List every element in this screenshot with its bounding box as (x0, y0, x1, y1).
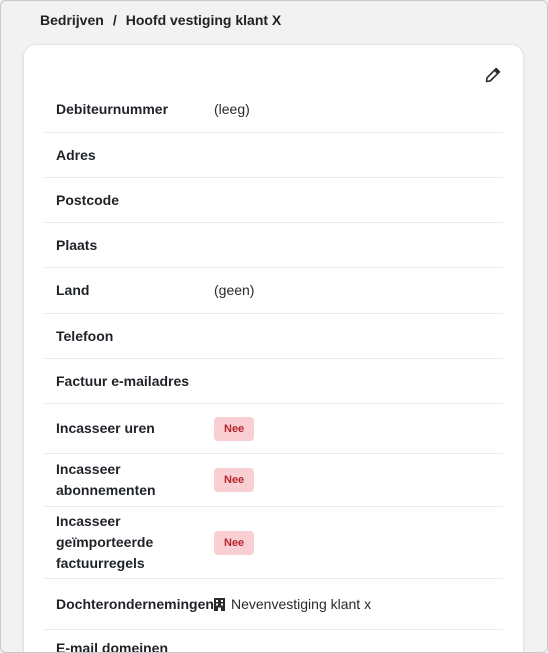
status-badge: Nee (214, 416, 255, 441)
pencil-icon (485, 67, 501, 83)
building-icon (214, 597, 225, 611)
row-label: E-mail domeinen (56, 640, 169, 653)
details-list: Debiteurnummer (leeg) Adres Postcode Pla… (44, 87, 503, 653)
row-incasseer-uren: Incasseer uren Nee (44, 404, 503, 454)
row-value: Nevenvestiging klant x (214, 594, 371, 615)
row-dochterondernemingen: Dochterondernemingen Nevenvestiging klan… (44, 579, 503, 630)
row-value: Nee (214, 468, 255, 492)
row-value: (geen) (214, 282, 255, 298)
row-value: Nee (214, 416, 255, 441)
details-card: Debiteurnummer (leeg) Adres Postcode Pla… (24, 45, 523, 653)
status-badge: Nee (214, 530, 255, 555)
row-label: Land (56, 282, 90, 298)
row-label: Postcode (56, 191, 120, 208)
row-factuur-emailadres: Factuur e-mailadres (44, 359, 503, 404)
edit-button[interactable] (483, 65, 503, 85)
row-postcode: Postcode (44, 178, 503, 223)
window-frame: Bedrijven / Hoofd vestiging klant X Debi… (0, 0, 548, 653)
status-badge: Nee (214, 468, 255, 492)
row-label: Incasseer abonnementen (56, 461, 156, 498)
breadcrumb-separator: / (112, 12, 117, 28)
row-label: Adres (56, 146, 96, 163)
row-label: Telefoon (56, 327, 114, 344)
row-label: Debiteurnummer (56, 101, 169, 117)
row-label: Dochterondernemingen (56, 595, 214, 612)
row-incasseer-factuurregels: Incasseer geïmporteerde factuurregels Ne… (44, 507, 503, 579)
row-plaats: Plaats (44, 223, 503, 268)
row-label: Incasseer uren (56, 420, 155, 436)
row-incasseer-abonnementen: Incasseer abonnementen Nee (44, 454, 503, 507)
row-telefoon: Telefoon (44, 314, 503, 359)
row-label: Factuur e-mailadres (56, 372, 190, 389)
breadcrumb: Bedrijven / Hoofd vestiging klant X (40, 12, 281, 28)
row-land: Land (geen) (44, 268, 503, 314)
row-email-domeinen: E-mail domeinen (44, 630, 503, 653)
breadcrumb-link-bedrijven[interactable]: Bedrijven (40, 12, 104, 28)
row-value: (leeg) (214, 101, 250, 117)
breadcrumb-current: Hoofd vestiging klant X (125, 12, 282, 28)
row-adres: Adres (44, 133, 503, 178)
row-label: Plaats (56, 236, 98, 253)
row-debiteurnummer: Debiteurnummer (leeg) (44, 87, 503, 133)
subsidiary-link[interactable]: Nevenvestiging klant x (231, 594, 371, 615)
row-value: Nee (214, 530, 255, 555)
row-label: Incasseer geïmporteerde factuurregels (56, 513, 154, 571)
